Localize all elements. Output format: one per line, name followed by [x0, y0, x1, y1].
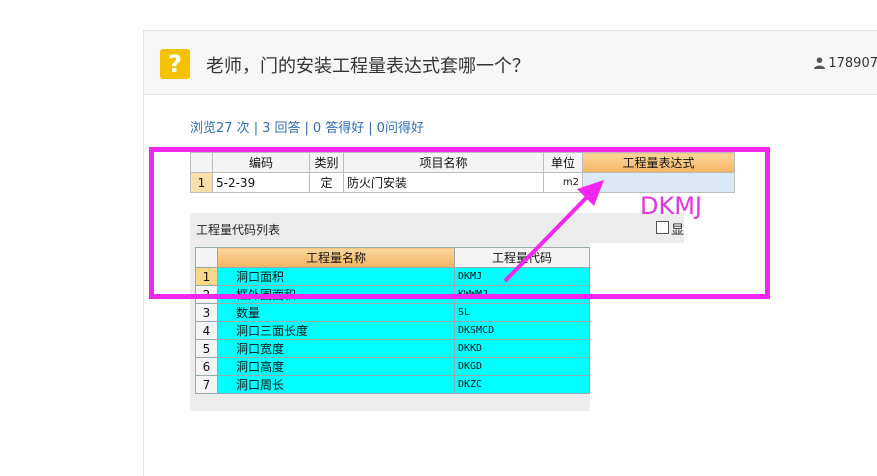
arrow-shaft [503, 194, 590, 283]
annotation-arrow [503, 180, 604, 283]
